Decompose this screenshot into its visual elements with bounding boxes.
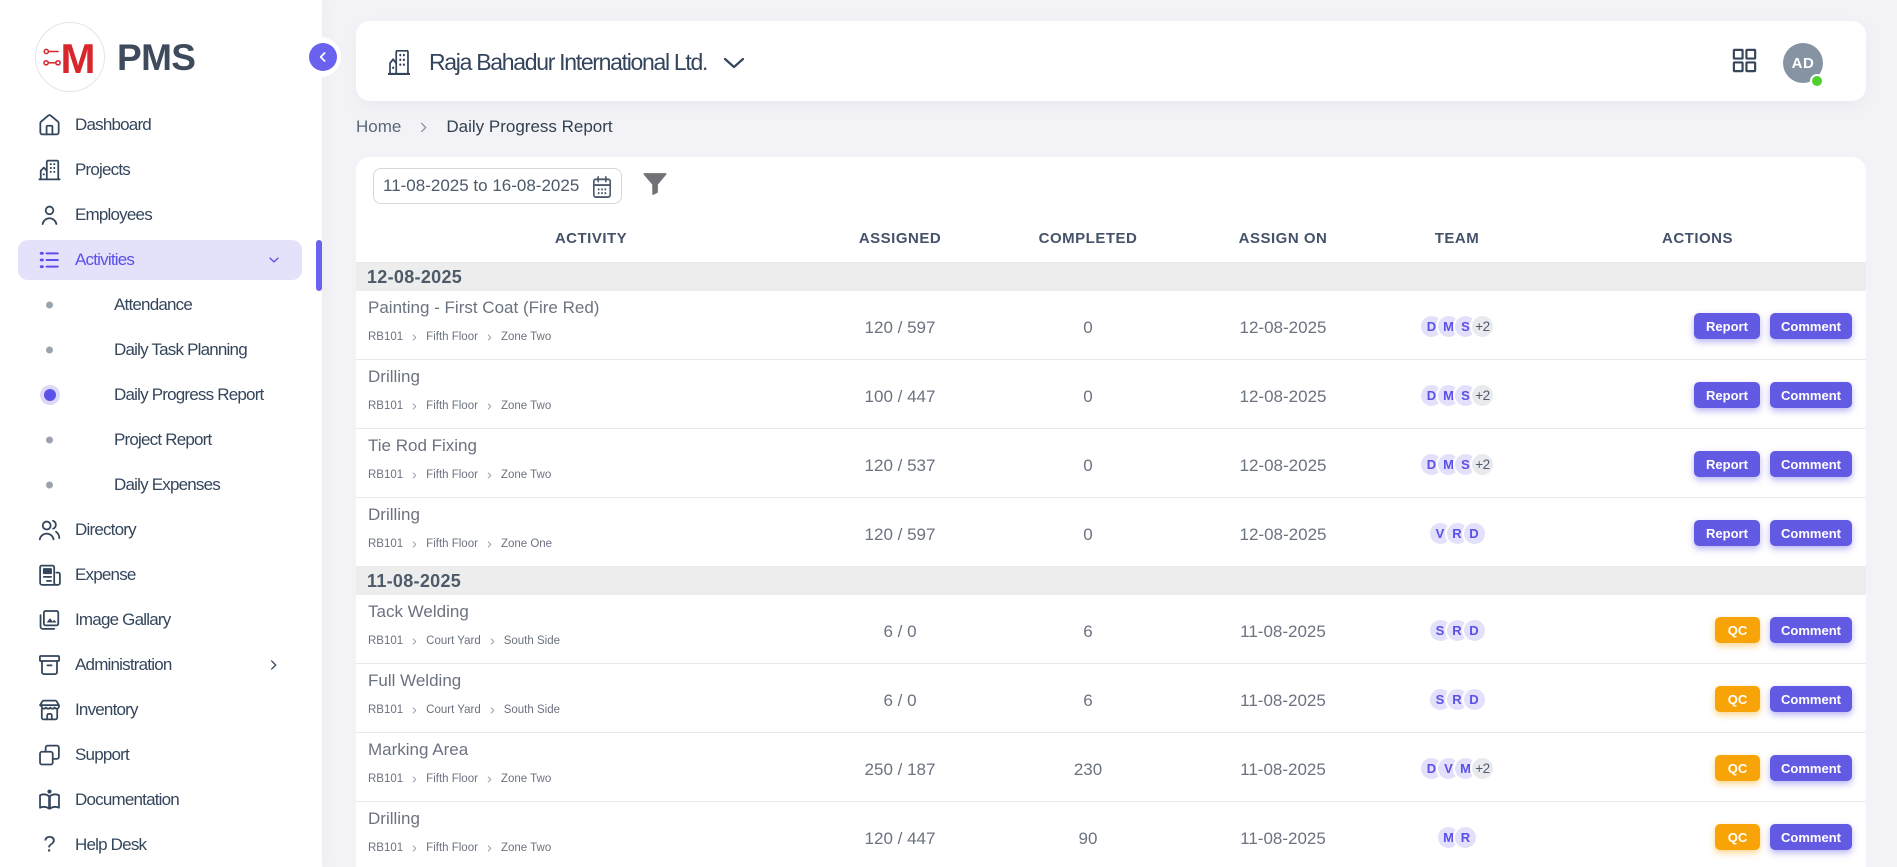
svg-text:M: M [61, 35, 96, 82]
